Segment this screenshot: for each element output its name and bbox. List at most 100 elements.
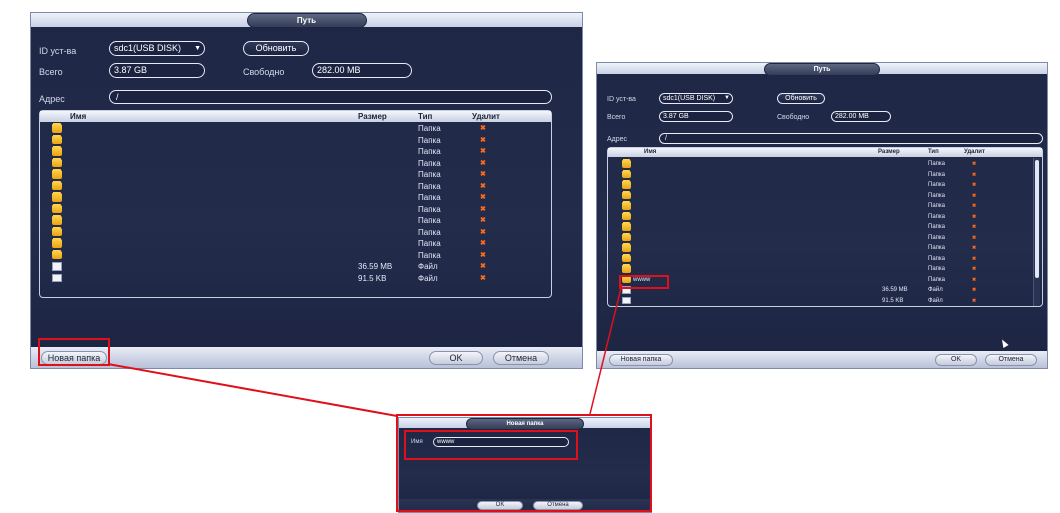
- folder-icon: [622, 202, 631, 210]
- delete-icon[interactable]: ✖: [972, 201, 976, 212]
- table-row[interactable]: Папка ✖: [608, 201, 1042, 212]
- file-type: Папка: [928, 171, 945, 178]
- table-row[interactable]: 91.5 KB Файл ✖: [608, 296, 1042, 307]
- file-list[interactable]: Имя Размер Тип Удалит Папка ✖ Папка ✖ Папка ✖…: [607, 147, 1043, 307]
- device-select[interactable]: sdc1(USB DISK) ▼: [109, 41, 205, 56]
- table-row[interactable]: Папка ✖: [40, 238, 551, 250]
- table-row[interactable]: 36.59 MB Файл ✖: [40, 261, 551, 273]
- device-select[interactable]: sdc1(USB DISK) ▼: [659, 93, 733, 104]
- delete-icon[interactable]: ✖: [972, 243, 976, 254]
- table-row[interactable]: Папка ✖: [40, 135, 551, 147]
- ok-button[interactable]: OK: [429, 351, 483, 365]
- delete-icon[interactable]: ✖: [480, 158, 486, 170]
- scrollbar-thumb[interactable]: [1035, 160, 1039, 278]
- ok-button[interactable]: OK: [935, 354, 977, 366]
- delete-icon[interactable]: ✖: [972, 275, 976, 286]
- table-row[interactable]: Папка ✖: [608, 170, 1042, 181]
- delete-icon[interactable]: ✖: [480, 215, 486, 227]
- file-type: Папка: [928, 266, 945, 272]
- address-field[interactable]: /: [659, 133, 1043, 144]
- column-delete[interactable]: Удалит: [472, 111, 500, 122]
- delete-icon[interactable]: ✖: [972, 222, 976, 233]
- delete-icon[interactable]: ✖: [480, 204, 486, 216]
- delete-icon[interactable]: ✖: [972, 212, 976, 223]
- address-field[interactable]: /: [109, 90, 552, 104]
- delete-icon[interactable]: ✖: [972, 233, 976, 244]
- delete-icon[interactable]: ✖: [480, 181, 486, 193]
- delete-icon[interactable]: ✖: [480, 135, 486, 147]
- table-row[interactable]: Папка ✖: [40, 227, 551, 239]
- table-row[interactable]: 36.59 MB Файл ✖: [608, 285, 1042, 296]
- folder-icon: [622, 254, 631, 262]
- highlight-new-folder-button: [38, 338, 110, 366]
- file-type: Папка: [928, 161, 945, 167]
- file-icon: [52, 273, 62, 282]
- delete-icon[interactable]: ✖: [972, 191, 976, 202]
- table-row[interactable]: wwww Папка ✖: [608, 275, 1042, 286]
- delete-icon[interactable]: ✖: [480, 273, 486, 285]
- folder-icon: [52, 181, 62, 190]
- folder-icon: [52, 239, 62, 248]
- refresh-button[interactable]: Обновить: [777, 93, 825, 104]
- new-folder-button[interactable]: Новая папка: [609, 354, 673, 366]
- column-type[interactable]: Тип: [418, 111, 432, 122]
- column-name[interactable]: Имя: [644, 148, 656, 157]
- table-row[interactable]: Папка ✖: [40, 158, 551, 170]
- table-row[interactable]: Папка ✖: [40, 204, 551, 216]
- total-label: Всего: [607, 114, 626, 121]
- chevron-down-icon: ▼: [194, 45, 201, 52]
- table-row[interactable]: Папка ✖: [608, 212, 1042, 223]
- refresh-button[interactable]: Обновить: [243, 41, 309, 56]
- table-row[interactable]: Папка ✖: [608, 243, 1042, 254]
- delete-icon[interactable]: ✖: [972, 264, 976, 275]
- column-size[interactable]: Размер: [878, 148, 900, 157]
- delete-icon[interactable]: ✖: [480, 169, 486, 181]
- highlight-new-folder-dialog: [396, 414, 652, 512]
- table-row[interactable]: Папка ✖: [608, 254, 1042, 265]
- device-id-label: ID уст-ва: [607, 96, 636, 103]
- delete-icon[interactable]: ✖: [480, 192, 486, 204]
- delete-icon[interactable]: ✖: [480, 261, 486, 273]
- delete-icon[interactable]: ✖: [480, 123, 486, 135]
- cancel-button[interactable]: Отмена: [493, 351, 549, 365]
- table-row[interactable]: Папка ✖: [608, 180, 1042, 191]
- path-dialog-left: Путь ID уст-ва sdc1(USB DISK) ▼ Обновить…: [30, 12, 583, 369]
- delete-icon[interactable]: ✖: [480, 238, 486, 250]
- delete-icon[interactable]: ✖: [972, 296, 976, 307]
- table-row[interactable]: Папка ✖: [40, 192, 551, 204]
- table-row[interactable]: Папка ✖: [40, 123, 551, 135]
- folder-icon: [52, 170, 62, 179]
- table-row[interactable]: Папка ✖: [608, 159, 1042, 170]
- table-row[interactable]: Папка ✖: [40, 181, 551, 193]
- delete-icon[interactable]: ✖: [480, 227, 486, 239]
- file-type: Файл: [418, 273, 438, 283]
- table-row[interactable]: Папка ✖: [608, 233, 1042, 244]
- scrollbar[interactable]: [1033, 158, 1040, 306]
- table-row[interactable]: 91.5 KB Файл ✖: [40, 273, 551, 285]
- column-name[interactable]: Имя: [70, 111, 86, 122]
- file-list[interactable]: Имя Размер Тип Удалит Папка ✖ Папка ✖ Папка ✖…: [39, 110, 552, 298]
- device-id-label: ID уст-ва: [39, 46, 77, 56]
- delete-icon[interactable]: ✖: [972, 254, 976, 265]
- column-type[interactable]: Тип: [928, 148, 939, 157]
- folder-icon: [52, 147, 62, 156]
- delete-icon[interactable]: ✖: [972, 170, 976, 181]
- column-size[interactable]: Размер: [358, 111, 387, 122]
- table-row[interactable]: Папка ✖: [608, 264, 1042, 275]
- delete-icon[interactable]: ✖: [972, 180, 976, 191]
- table-row[interactable]: Папка ✖: [40, 250, 551, 262]
- table-row[interactable]: Папка ✖: [608, 191, 1042, 202]
- delete-icon[interactable]: ✖: [480, 250, 486, 262]
- table-row[interactable]: Папка ✖: [608, 222, 1042, 233]
- delete-icon[interactable]: ✖: [480, 146, 486, 158]
- delete-icon[interactable]: ✖: [972, 285, 976, 296]
- column-delete[interactable]: Удалит: [964, 148, 985, 157]
- cancel-button[interactable]: Отмена: [985, 354, 1037, 366]
- file-type: Папка: [418, 216, 441, 225]
- table-row[interactable]: Папка ✖: [40, 146, 551, 158]
- folder-icon: [622, 244, 631, 252]
- folder-icon: [52, 216, 62, 225]
- table-row[interactable]: Папка ✖: [40, 215, 551, 227]
- table-row[interactable]: Папка ✖: [40, 169, 551, 181]
- delete-icon[interactable]: ✖: [972, 159, 976, 170]
